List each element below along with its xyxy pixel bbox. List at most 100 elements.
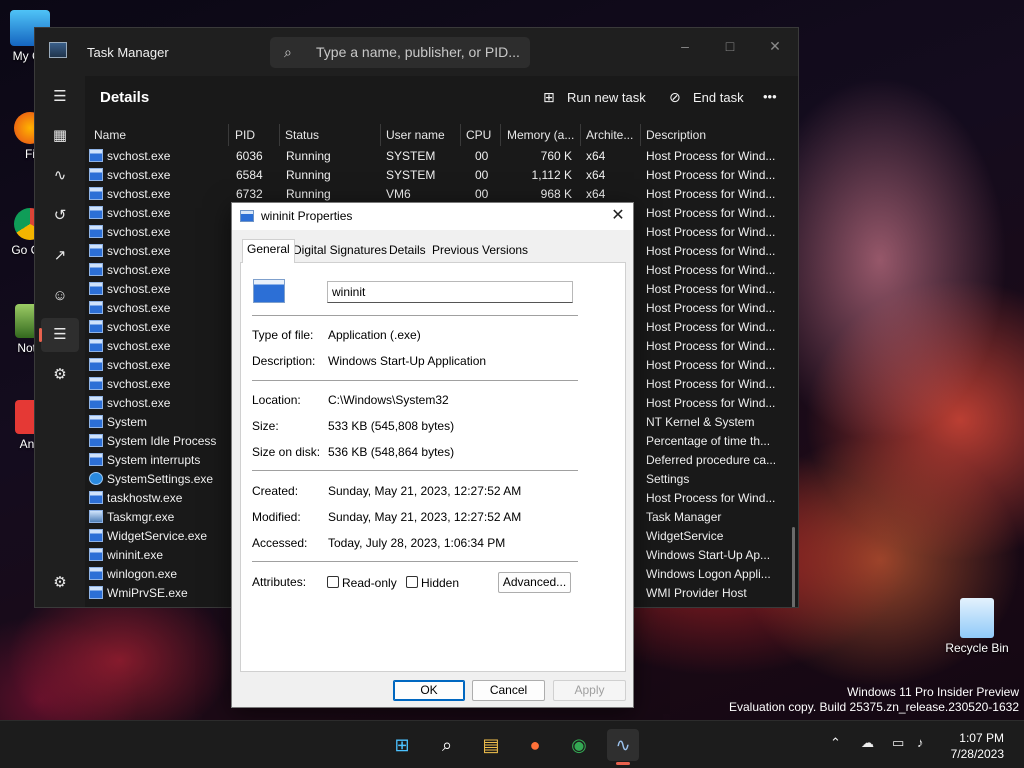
column-header-label: Memory (a... (507, 128, 575, 142)
settings-gear-icon[interactable]: ⚙ (41, 566, 79, 600)
process-icon (89, 339, 103, 352)
cell-desc: Windows Start-Up Ap... (646, 548, 771, 562)
cell-desc: Host Process for Wind... (646, 168, 776, 182)
maximize-button[interactable]: □ (710, 34, 750, 58)
system-clock[interactable]: 1:07 PM 7/28/2023 (951, 730, 1004, 762)
process-icon (89, 453, 103, 466)
cell-name: winlogon.exe (107, 567, 178, 581)
wininit-app-icon (240, 210, 254, 222)
read-only-checkbox[interactable] (327, 576, 339, 588)
cell-pid: 6584 (236, 168, 263, 182)
end-task-button[interactable]: ⊘ End task (669, 89, 744, 106)
column-header-description[interactable]: Description (641, 124, 781, 146)
tab-details[interactable]: Details (385, 241, 430, 262)
desktop-icon-recycle-bin[interactable]: Recycle Bin (942, 598, 1012, 655)
cancel-button[interactable]: Cancel (472, 680, 545, 701)
task-manager-taskbar-icon[interactable]: ∿ (607, 729, 639, 765)
column-header-username[interactable]: User name (381, 124, 461, 146)
process-icon (89, 434, 103, 447)
users-nav-icon[interactable]: ☺ (41, 279, 79, 313)
network-disconnected-icon[interactable]: ☁ (861, 735, 874, 751)
windows-watermark: Windows 11 Pro Insider Preview Evaluatio… (729, 685, 1019, 715)
table-row[interactable]: svchost.exe 6036 Running SYSTEM 00 760 K x64 Ho… (85, 147, 798, 166)
separator (252, 470, 578, 471)
firefox-icon[interactable]: ● (519, 729, 551, 761)
process-icon (89, 244, 103, 257)
separator (252, 561, 578, 562)
tab-previous-versions[interactable]: Previous Versions (428, 241, 532, 262)
column-header-label: User name (386, 128, 445, 142)
cell-pid: 6036 (236, 149, 263, 163)
cell-cpu: 00 (475, 168, 489, 182)
process-icon (89, 206, 103, 219)
search-icon[interactable]: ⌕ (431, 729, 463, 761)
startup-apps-nav-icon[interactable]: ↗ (41, 239, 79, 273)
hamburger-menu-icon[interactable]: ☰ (41, 80, 79, 114)
column-header-cpu[interactable]: CPU (461, 124, 501, 146)
cell-name: svchost.exe (107, 339, 171, 353)
cell-name: svchost.exe (107, 187, 171, 201)
column-header-architecture[interactable]: Archite... (581, 124, 641, 146)
details-nav-icon[interactable]: ☰ (39, 318, 79, 352)
hidden-checkbox[interactable] (406, 576, 418, 588)
file-explorer-icon[interactable]: ▤ (475, 729, 507, 761)
process-icon (89, 358, 103, 371)
performance-nav-icon[interactable]: ∿ (41, 159, 79, 193)
cell-desc: WidgetService (646, 529, 724, 543)
start-windows-icon[interactable]: ⊞ (386, 729, 418, 761)
column-header-name[interactable]: Name (89, 124, 229, 146)
table-row[interactable]: svchost.exe 6584 Running SYSTEM 00 1,112 K x64… (85, 166, 798, 185)
column-header-label: Archite... (586, 128, 634, 142)
chrome-icon[interactable]: ◉ (563, 729, 595, 761)
column-header-label: CPU (466, 128, 492, 142)
cell-cpu: 00 (475, 149, 489, 163)
cell-name: SystemSettings.exe (107, 472, 214, 486)
cell-desc: Host Process for Wind... (646, 320, 776, 334)
cell-desc: Host Process for Wind... (646, 491, 776, 505)
advanced-button[interactable]: Advanced... (498, 572, 571, 593)
volume-icon[interactable]: ♪ (917, 735, 924, 750)
search-box[interactable]: ⌕ Type a name, publisher, or PID... (270, 37, 530, 68)
processes-nav-icon[interactable]: ▦ (41, 119, 79, 153)
process-icon (89, 396, 103, 409)
search-placeholder[interactable]: Type a name, publisher, or PID... (316, 44, 520, 60)
tab-digital-signatures[interactable]: Digital Signatures (289, 241, 391, 262)
show-hidden-icons-chevron-icon[interactable]: ⌃ (830, 735, 841, 751)
cell-desc: Host Process for Wind... (646, 149, 776, 163)
cell-mem: 760 K (540, 149, 572, 163)
ok-button[interactable]: OK (393, 680, 465, 701)
tab-general[interactable]: General (242, 239, 295, 263)
cell-name: wininit.exe (107, 548, 164, 562)
dialog-close-button[interactable]: ✕ (607, 206, 629, 226)
minimize-button[interactable]: – (665, 34, 705, 58)
apply-button[interactable]: Apply (553, 680, 626, 701)
task-manager-titlebar[interactable]: Task Manager ⌕ Type a name, publisher, o… (35, 28, 798, 76)
cell-desc: Deferred procedure ca... (646, 453, 777, 467)
attributes-label: Attributes: (252, 575, 307, 589)
run-new-task-button[interactable]: ⊞ Run new task (543, 89, 646, 106)
cell-desc: Windows Logon Appli... (646, 567, 771, 581)
close-button[interactable]: ✕ (755, 34, 795, 58)
read-only-label[interactable]: Read-only (342, 576, 397, 590)
column-header-pid[interactable]: PID (230, 124, 280, 146)
file-name-field[interactable]: wininit (327, 281, 573, 303)
services-nav-icon[interactable]: ⚙ (41, 358, 79, 392)
more-options-button[interactable]: ••• (763, 89, 777, 104)
location-value: C:\Windows\System32 (328, 393, 449, 407)
hidden-label[interactable]: Hidden (421, 576, 459, 590)
cell-desc: Host Process for Wind... (646, 396, 776, 410)
column-header-memory[interactable]: Memory (a... (502, 124, 581, 146)
column-header-label: Name (94, 128, 127, 142)
recycle-bin-icon (960, 598, 994, 638)
display-icon[interactable]: ▭ (892, 735, 904, 751)
app-history-nav-icon[interactable]: ↺ (41, 199, 79, 233)
cell-name: svchost.exe (107, 282, 171, 296)
created-label: Created: (252, 484, 299, 498)
process-icon (89, 415, 103, 428)
dialog-titlebar[interactable]: wininit Properties ✕ (232, 203, 633, 230)
type-of-file-value: Application (.exe) (328, 328, 421, 342)
column-header-status[interactable]: Status (280, 124, 381, 146)
process-icon (89, 548, 103, 561)
search-icon: ⌕ (284, 44, 292, 60)
cell-name: svchost.exe (107, 320, 171, 334)
